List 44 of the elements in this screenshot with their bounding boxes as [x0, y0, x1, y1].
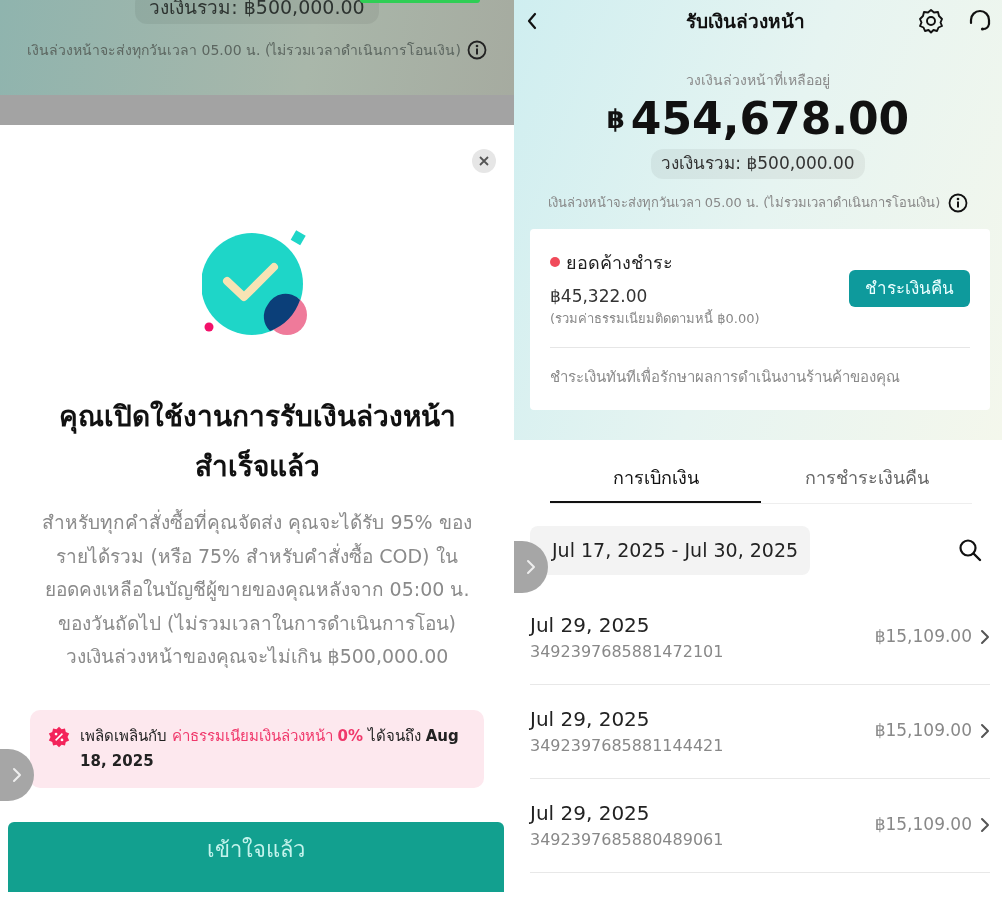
settings-button[interactable] [918, 8, 944, 34]
transaction-date: Jul 29, 2025 [530, 800, 651, 827]
info-icon [466, 40, 487, 60]
transaction-row[interactable]: Jul 29, 2025 3492397685881472101 ฿15,109.00 [530, 590, 990, 685]
support-button[interactable] [968, 9, 992, 33]
info-icon [948, 192, 969, 213]
chevron-right-icon [980, 723, 990, 739]
notice-text: เงินล่วงหน้าจะส่งทุกวันเวลา 05.00 น. (ไม่รวมเวลาดำเนินการโอนเงิน) [547, 193, 941, 213]
chevron-right-icon [980, 629, 990, 645]
transaction-amount: ฿15,109.00 [874, 625, 972, 649]
transaction-id: 3492397685881472101 [530, 641, 725, 663]
chevron-right-icon [12, 767, 22, 783]
balance-amount: 454,678.00 [630, 93, 910, 145]
search-button[interactable] [958, 538, 982, 563]
repay-hint: ชำระเงินทันทีเพื่อรักษาผลการดำเนินงานร้านค้าของคุณ [550, 346, 970, 410]
transaction-row[interactable]: Jul 29, 2025 3492397685880489061 ฿15,109.00 [530, 778, 990, 873]
transaction-date: Jul 29, 2025 [530, 612, 651, 639]
outstanding-amount: ฿45,322.00 [550, 284, 649, 308]
transaction-amount: ฿15,109.00 [874, 813, 972, 837]
close-icon [479, 156, 489, 166]
currency-symbol: ฿ [606, 102, 625, 136]
transaction-id: 3492397685881144421 [530, 735, 725, 757]
tab[interactable]: การเบิกเงิน [550, 460, 761, 503]
notice-text: เงินล่วงหน้าจะส่งทุกวันเวลา 05.00 น. (ไม่รวมเวลาดำเนินการโอนเงิน) [27, 40, 461, 61]
back-icon [526, 12, 538, 30]
tab[interactable]: การชำระเงินคืน [761, 460, 972, 503]
fee-note: (รวมค่าธรรมเนียมติดตามหนี้ ฿0.00) [550, 309, 760, 328]
outstanding-label: ยอดค้างชำระ [566, 250, 673, 275]
back-button[interactable] [526, 12, 538, 30]
side-handle[interactable] [514, 541, 548, 593]
chevron-right-icon [526, 559, 536, 575]
close-button[interactable] [472, 149, 496, 173]
dialog-title: คุณเปิดใช้งานการรับเงินล่วงหน้าสำเร็จแล้ว [57, 399, 457, 485]
transaction-row[interactable]: Jul 29, 2025 3492397685881144421 ฿15,109.00 [530, 684, 990, 779]
transaction-date: Jul 29, 2025 [530, 706, 651, 733]
chevron-right-icon [980, 817, 990, 833]
balance-label: วงเงินล่วงหน้าที่เหลืออยู่ [685, 70, 831, 91]
promo-text: เพลิดเพลินกับ ค่าธรรมเนียมเงินล่วงหน้า 0% ได้จนถึง Aug 18, 2025 [80, 725, 460, 772]
date-range-picker[interactable]: Jul 17, 2025 - Jul 30, 2025 [530, 526, 811, 575]
dialog-message: สำหรับทุกคำสั่งซื้อที่คุณจัดส่ง คุณจะได้รับ 95% ของรายได้รวม (หรือ 75% สำหรับคำสั่งซื้อ COD) ในยอดคงเหลือในบัญชีผู้ขายของคุณหลังจาก 05:00 น. ของวันถัดไป (ไม่รวมเวลาในการดำเนินการโอน) วงเงินล่วงหน้าของคุณจะไม่เกิน ฿500,000.00 [41, 508, 473, 670]
total-limit-pill: วงเงินรวม: ฿500,000.00 [651, 149, 865, 179]
transaction-amount: ฿15,109.00 [874, 719, 972, 743]
transaction-id: 3492397685880489061 [530, 829, 725, 851]
page-title: รับเงินล่วงหน้า [684, 8, 806, 34]
